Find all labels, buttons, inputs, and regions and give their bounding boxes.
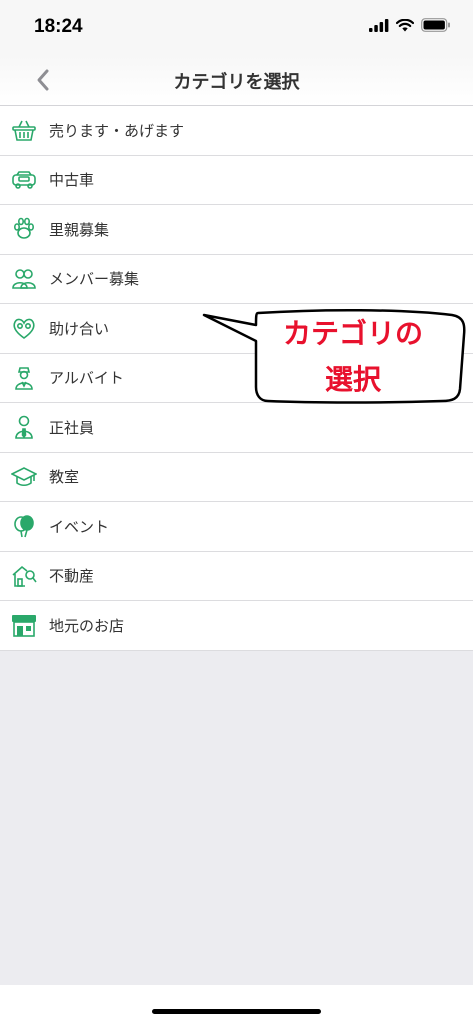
- callout-line-1: カテゴリの: [282, 317, 423, 350]
- category-label: メンバー募集: [49, 270, 140, 289]
- wifi-icon: [396, 18, 414, 31]
- category-row-local-shops[interactable]: 地元のお店: [0, 601, 473, 651]
- category-label: 教室: [49, 468, 80, 487]
- bottom-bar: [0, 985, 473, 1024]
- category-row-members[interactable]: メンバー募集: [0, 255, 473, 304]
- house-search-icon: [12, 565, 37, 587]
- paw-icon: [13, 217, 34, 240]
- home-indicator[interactable]: [152, 1009, 321, 1014]
- category-row-pet-adoption[interactable]: 里親募集: [0, 205, 473, 255]
- category-row-classroom[interactable]: 教室: [0, 453, 473, 502]
- graduation-cap-icon: [11, 466, 37, 486]
- status-time: 18:24: [34, 16, 83, 37]
- category-row-used-car[interactable]: 中古車: [0, 156, 473, 205]
- callout-text: カテゴリの 選択: [258, 311, 448, 403]
- worker-icon: [15, 366, 33, 390]
- signal-icon: [369, 18, 389, 32]
- people-icon: [12, 268, 36, 289]
- category-label: 売ります・あげます: [49, 121, 185, 140]
- balloon-icon: [14, 515, 34, 538]
- employee-icon: [15, 415, 33, 440]
- navigation-bar: カテゴリを選択: [0, 56, 473, 106]
- category-row-full-time[interactable]: 正社員: [0, 403, 473, 453]
- category-label: 地元のお店: [49, 616, 125, 635]
- battery-icon: [421, 18, 450, 32]
- category-label: 不動産: [49, 567, 95, 586]
- category-row-real-estate[interactable]: 不動産: [0, 552, 473, 601]
- category-label: イベント: [49, 517, 110, 536]
- category-label: 助け合い: [49, 319, 110, 338]
- category-row-event[interactable]: イベント: [0, 502, 473, 552]
- category-label: 里親募集: [49, 220, 110, 239]
- category-label: 正社員: [49, 418, 95, 437]
- status-icons: [369, 18, 451, 32]
- status-bar: 18:24: [0, 0, 473, 56]
- category-label: アルバイト: [49, 369, 124, 388]
- basket-icon: [12, 120, 36, 142]
- callout-line-2: 選択: [324, 363, 381, 396]
- heart-hands-icon: [13, 318, 35, 340]
- category-label: 中古車: [49, 171, 95, 190]
- car-icon: [12, 170, 36, 189]
- page-title: カテゴリを選択: [173, 72, 300, 93]
- shop-icon: [12, 615, 36, 638]
- category-row-sell[interactable]: 売ります・あげます: [0, 106, 473, 156]
